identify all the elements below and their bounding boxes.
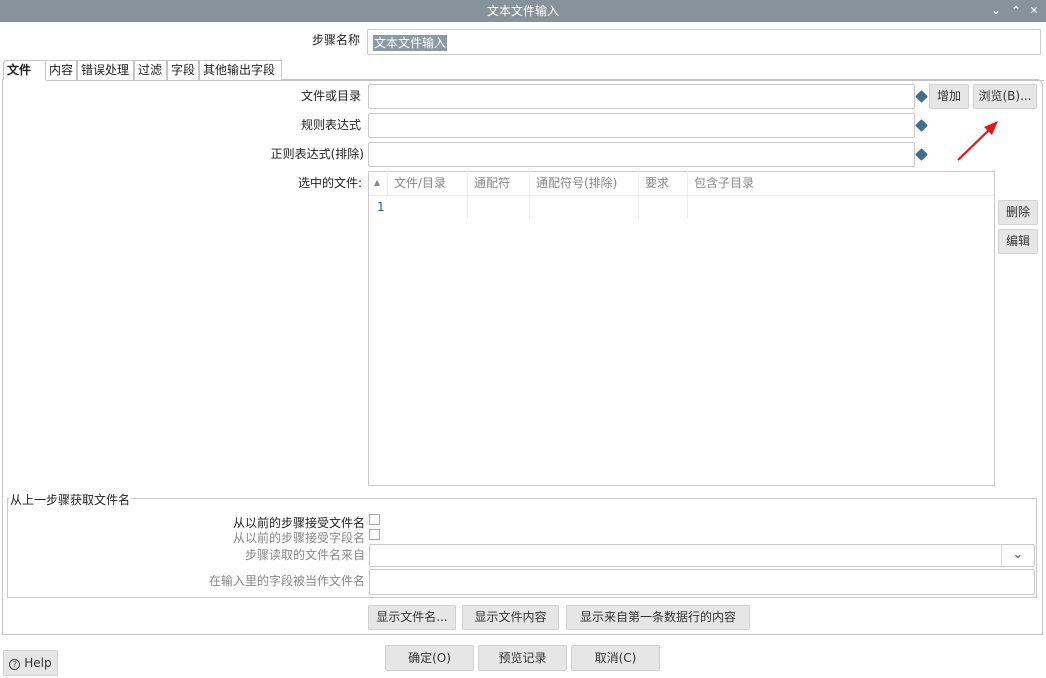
step-name-label: 步骤名称 <box>311 33 360 47</box>
step-name-input[interactable]: 文本文件输入 <box>367 29 1041 55</box>
annotation-arrow-icon <box>957 121 998 161</box>
maximize-button[interactable]: ⌃ <box>1008 0 1024 22</box>
tab-file[interactable]: 文件 <box>3 60 46 80</box>
field-as-filename-label: 在输入里的字段被当作文件名 <box>208 574 365 588</box>
preview-button[interactable]: 预览记录 <box>478 645 567 671</box>
tab-other-output-fields[interactable]: 其他输出字段 <box>199 60 282 80</box>
accept-fieldnames-checkbox[interactable] <box>369 529 380 540</box>
selected-tab-gap <box>3 80 46 82</box>
regex-input[interactable] <box>368 113 915 138</box>
regex-label: 规则表达式 <box>300 118 361 132</box>
field-as-filename-input[interactable] <box>369 569 1035 595</box>
close-button[interactable]: ✕ <box>1026 0 1042 22</box>
selected-files-label: 选中的文件: <box>297 176 362 190</box>
chevron-down-icon[interactable]: ⌄ <box>1001 545 1034 566</box>
column-header[interactable]: 包含子目录 <box>688 171 994 195</box>
window-title: 文本文件输入 <box>0 0 1046 22</box>
sort-arrow-icon[interactable]: ▲ <box>369 171 388 195</box>
group-title: 从上一步骤获取文件名 <box>9 491 132 508</box>
show-first-row-content-button[interactable]: 显示来自第一条数据行的内容 <box>566 605 750 630</box>
step-source-label: 步骤读取的文件名来自 <box>244 548 365 562</box>
column-header[interactable]: 通配符 <box>468 171 530 195</box>
minimize-button[interactable]: ⌄ <box>988 0 1004 22</box>
column-header[interactable]: 文件/目录 <box>388 171 468 195</box>
show-file-content-button[interactable]: 显示文件内容 <box>462 605 559 630</box>
accept-filenames-checkbox[interactable] <box>369 514 380 525</box>
tab-content[interactable]: 内容 <box>45 60 77 80</box>
table-row[interactable]: 1 <box>369 196 994 219</box>
regex-exclude-input[interactable] <box>368 142 915 167</box>
file-or-dir-label: 文件或目录 <box>300 89 361 103</box>
help-label: Help <box>24 656 52 670</box>
show-filenames-button[interactable]: 显示文件名... <box>368 605 456 630</box>
tab-strip-divider <box>46 80 1044 81</box>
column-header[interactable]: 通配符号(排除) <box>530 171 639 195</box>
step-source-select[interactable] <box>369 544 1035 567</box>
ok-button[interactable]: 确定(O) <box>385 645 474 671</box>
help-button[interactable]: ? Help <box>3 650 58 676</box>
row-index: 1 <box>377 200 385 214</box>
column-header[interactable]: 要求 <box>639 171 688 195</box>
edit-button[interactable]: 编辑 <box>998 229 1038 254</box>
browse-button[interactable]: 浏览(B)... <box>973 84 1037 109</box>
tab-fields[interactable]: 字段 <box>167 60 199 80</box>
step-name-value: 文本文件输入 <box>373 35 448 51</box>
tab-filter[interactable]: 过滤 <box>134 60 167 80</box>
add-button[interactable]: 增加 <box>929 84 969 109</box>
regex-exclude-label: 正则表达式(排除) <box>270 147 364 161</box>
cancel-button[interactable]: 取消(C) <box>571 645 660 671</box>
tab-error-handling[interactable]: 错误处理 <box>77 60 134 80</box>
help-icon: ? <box>9 659 21 670</box>
delete-button[interactable]: 删除 <box>998 200 1038 225</box>
accept-fieldnames-label: 从以前的步骤接受字段名 <box>232 531 365 545</box>
file-or-dir-input[interactable] <box>368 84 915 109</box>
